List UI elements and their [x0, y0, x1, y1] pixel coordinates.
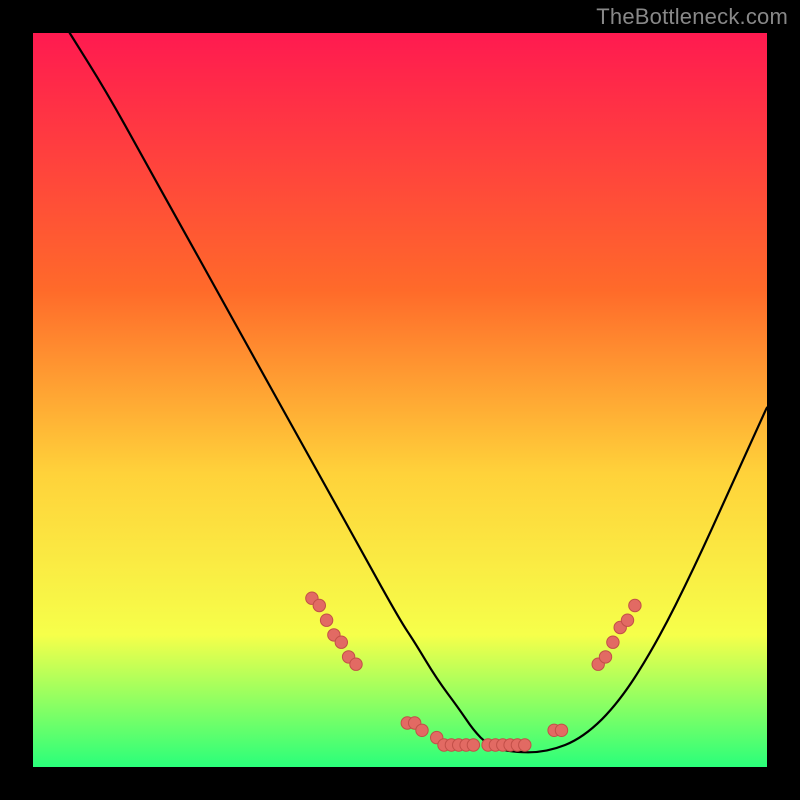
data-point: [629, 599, 641, 611]
data-point: [320, 614, 332, 626]
watermark-text: TheBottleneck.com: [596, 4, 788, 30]
data-point: [555, 724, 567, 736]
data-point: [350, 658, 362, 670]
data-point: [621, 614, 633, 626]
data-point: [467, 739, 479, 751]
data-point: [607, 636, 619, 648]
plot-area: [33, 33, 767, 767]
data-point: [335, 636, 347, 648]
data-point: [599, 651, 611, 663]
chart-container: TheBottleneck.com: [0, 0, 800, 800]
bottleneck-chart: [0, 0, 800, 800]
data-point: [313, 599, 325, 611]
data-point: [416, 724, 428, 736]
data-point: [519, 739, 531, 751]
